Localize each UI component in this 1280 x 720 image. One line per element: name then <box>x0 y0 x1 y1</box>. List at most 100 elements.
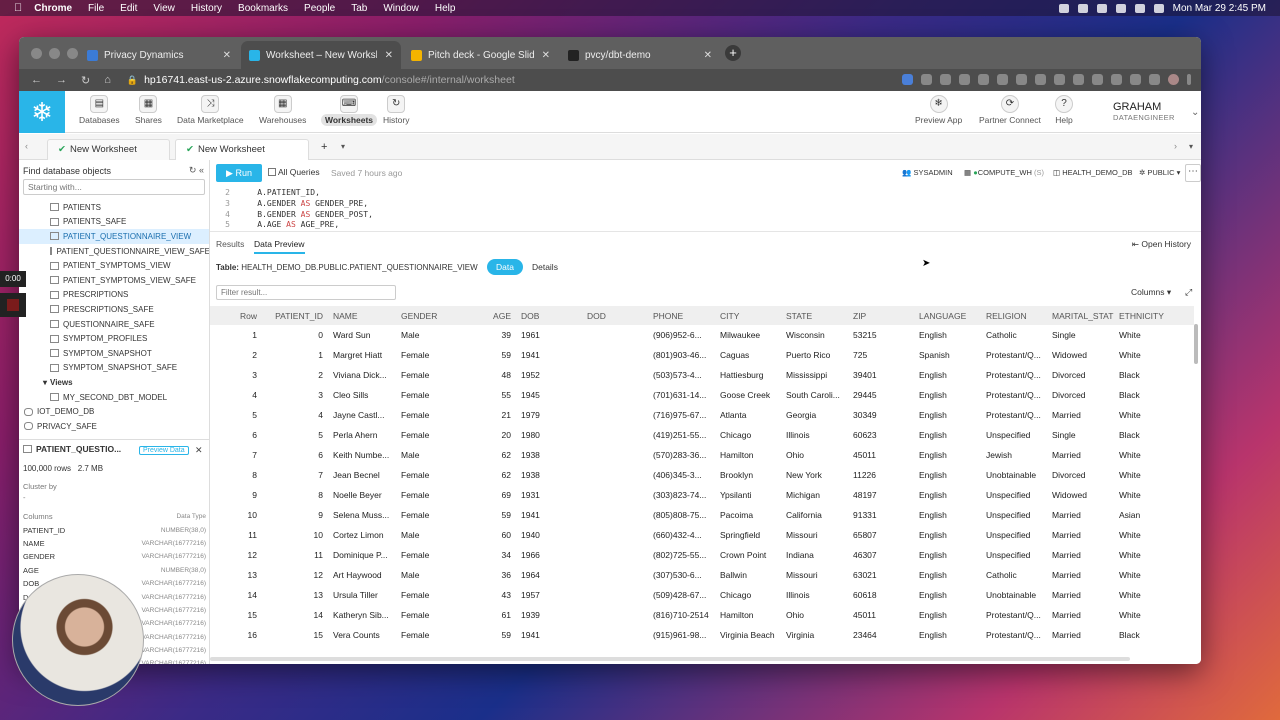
database-selector[interactable]: ◫ HEALTH_DEMO_DB <box>1053 168 1132 177</box>
table-item[interactable]: PATIENT_QUESTIONNAIRE_VIEW <box>19 229 209 244</box>
column-header[interactable]: GENDER <box>396 311 464 321</box>
nav-partner-connect[interactable]: ⟳ Partner Connect <box>979 95 1041 125</box>
table-item[interactable]: PATIENTS <box>19 200 209 215</box>
chevron-down-icon[interactable]: ▾ <box>43 378 47 387</box>
extension-icon[interactable] <box>1035 74 1046 85</box>
extension-icon[interactable] <box>940 74 951 85</box>
browser-tab[interactable]: Privacy Dynamics ✕ <box>79 41 239 69</box>
details-toggle-button[interactable]: Details <box>523 259 567 275</box>
extension-icon[interactable] <box>1073 74 1084 85</box>
database-search-input[interactable] <box>23 179 205 195</box>
extension-icon[interactable] <box>959 74 970 85</box>
search-icon[interactable] <box>1153 3 1164 13</box>
bookmark-star-icon[interactable] <box>902 74 913 85</box>
nav-preview-app[interactable]: ❄ Preview App <box>915 95 962 125</box>
browser-tab[interactable]: pvcy/dbt-demo ✕ <box>560 41 720 69</box>
table-row[interactable]: 15 14 Katheryn Sib... Female 61 1939 (816)710-… <box>210 605 1194 625</box>
table-row[interactable]: 3 2 Viviana Dick... Female 48 1952 (503)573-4.… <box>210 365 1194 385</box>
extension-icon[interactable] <box>997 74 1008 85</box>
table-row[interactable]: 14 13 Ursula Tiller Female 43 1957 (509)428-67… <box>210 585 1194 605</box>
worksheet-tab[interactable]: ✔ New Worksheet <box>47 139 170 160</box>
close-icon[interactable]: ✕ <box>195 445 203 456</box>
column-header[interactable]: PATIENT_ID <box>262 311 328 321</box>
home-icon[interactable]: ⌂ <box>104 74 111 87</box>
database-item[interactable]: PRIVACY_SAFE <box>19 419 209 434</box>
table-item[interactable]: PATIENT_SYMPTOMS_VIEW <box>19 258 209 273</box>
nav-shares[interactable]: ▦ Shares <box>135 95 162 125</box>
table-item[interactable]: PRESCRIPTIONS <box>19 288 209 303</box>
warehouse-selector[interactable]: ▦ ●COMPUTE_WH (S) <box>964 168 1044 177</box>
menu-item-bookmarks[interactable]: Bookmarks <box>238 3 288 14</box>
database-item[interactable]: IOT_DEMO_DB <box>19 404 209 419</box>
menu-item-help[interactable]: Help <box>435 3 456 14</box>
more-options-button[interactable]: ⋯ <box>1185 164 1201 182</box>
all-queries-checkbox[interactable]: All Queries <box>268 167 320 177</box>
worksheet-tab-active[interactable]: ✔ New Worksheet <box>175 139 309 160</box>
apple-icon[interactable]:  <box>14 2 22 14</box>
nav-worksheets[interactable]: ⌨ Worksheets <box>321 95 378 126</box>
close-tab-icon[interactable]: ✕ <box>704 50 712 61</box>
nav-warehouses[interactable]: ▦ Warehouses <box>259 95 306 125</box>
table-item[interactable]: PATIENT_QUESTIONNAIRE_VIEW_SAFE <box>19 244 209 259</box>
columns-dropdown[interactable]: Columns ▾ <box>1131 287 1171 298</box>
menu-item-file[interactable]: File <box>88 3 104 14</box>
status-icon[interactable] <box>1058 3 1069 13</box>
vertical-scrollbar[interactable] <box>1194 306 1201 456</box>
browser-menu-icon[interactable] <box>1187 74 1191 85</box>
expand-icon[interactable]: ⤢ <box>1185 287 1192 298</box>
close-tab-icon[interactable]: ✕ <box>223 50 231 61</box>
table-item[interactable]: SYMPTOM_PROFILES <box>19 331 209 346</box>
tabs-menu-icon[interactable]: ▾ <box>1189 142 1193 151</box>
extension-icon[interactable] <box>1149 74 1160 85</box>
refresh-icon[interactable]: ↻ <box>189 165 197 175</box>
column-header[interactable]: DOB <box>516 311 582 321</box>
window-controls[interactable] <box>31 48 78 59</box>
extension-icon[interactable] <box>1054 74 1065 85</box>
new-tab-button[interactable]: + <box>725 45 741 61</box>
menu-item-tab[interactable]: Tab <box>351 3 367 14</box>
table-item[interactable]: MY_SECOND_DBT_MODEL <box>19 390 209 405</box>
close-tab-icon[interactable]: ✕ <box>385 50 393 61</box>
worksheet-menu-icon[interactable]: ▾ <box>341 142 345 151</box>
menu-item-people[interactable]: People <box>304 3 335 14</box>
nav-history[interactable]: ↻ History <box>383 95 409 125</box>
column-header[interactable]: Row <box>210 311 262 321</box>
table-item[interactable]: SYMPTOM_SNAPSHOT <box>19 346 209 361</box>
horizontal-scrollbar[interactable] <box>210 657 1130 661</box>
close-tab-icon[interactable]: ✕ <box>542 50 550 61</box>
table-item[interactable]: PATIENT_SYMPTOMS_VIEW_SAFE <box>19 273 209 288</box>
open-history-button[interactable]: ⇤ Open History <box>1132 239 1191 250</box>
table-row[interactable]: 4 3 Cleo Sills Female 55 1945 (701)631-14... Go… <box>210 385 1194 405</box>
chevron-left-icon[interactable]: ‹ <box>25 141 28 151</box>
column-header[interactable]: PHONE <box>648 311 715 321</box>
user-menu[interactable]: GRAHAM DATAENGINEER ⌄ <box>1113 101 1199 122</box>
column-header[interactable]: LANGUAGE <box>914 311 981 321</box>
browser-tab[interactable]: Pitch deck - Google Slides ✕ <box>403 41 558 69</box>
column-header[interactable]: RELIGION <box>981 311 1047 321</box>
table-item[interactable]: PRESCRIPTIONS_SAFE <box>19 302 209 317</box>
column-header[interactable]: ETHNICITY <box>1114 311 1180 321</box>
add-worksheet-button[interactable]: + <box>321 141 327 153</box>
column-header[interactable]: DOD <box>582 311 648 321</box>
url-field[interactable]: hp16741.east-us-2.azure.snowflakecomputi… <box>144 74 515 86</box>
nav-databases[interactable]: ▤ Databases <box>79 95 120 125</box>
table-row[interactable]: 5 4 Jayne Castl... Female 21 1979 (716)975-67.… <box>210 405 1194 425</box>
reload-icon[interactable]: ↻ <box>81 74 90 87</box>
extension-icon[interactable] <box>1111 74 1122 85</box>
menu-item-window[interactable]: Window <box>383 3 419 14</box>
column-header[interactable]: STATE <box>781 311 848 321</box>
chevron-right-icon[interactable]: › <box>1174 141 1177 151</box>
table-row[interactable]: 12 11 Dominique P... Female 34 1966 (802)725-5… <box>210 545 1194 565</box>
column-header[interactable]: CITY <box>715 311 781 321</box>
forward-icon[interactable]: → <box>56 74 67 87</box>
table-row[interactable]: 8 7 Jean Becnel Female 62 1938 (406)345-3... Br… <box>210 465 1194 485</box>
table-item[interactable]: PATIENTS_SAFE <box>19 215 209 230</box>
sql-editor[interactable]: 2 A.PATIENT_ID, 3 A.GENDER AS GENDER_PRE,… <box>210 188 1201 232</box>
table-row[interactable]: 9 8 Noelle Beyer Female 69 1931 (303)823-74...… <box>210 485 1194 505</box>
tab-data-preview[interactable]: Data Preview <box>254 239 305 254</box>
lock-icon[interactable]: 🔒 <box>127 75 138 86</box>
table-item[interactable]: SYMPTOM_SNAPSHOT_SAFE <box>19 361 209 376</box>
data-toggle-button[interactable]: Data <box>487 259 523 275</box>
column-header[interactable]: AGE <box>464 311 516 321</box>
battery-icon[interactable] <box>1115 3 1126 13</box>
